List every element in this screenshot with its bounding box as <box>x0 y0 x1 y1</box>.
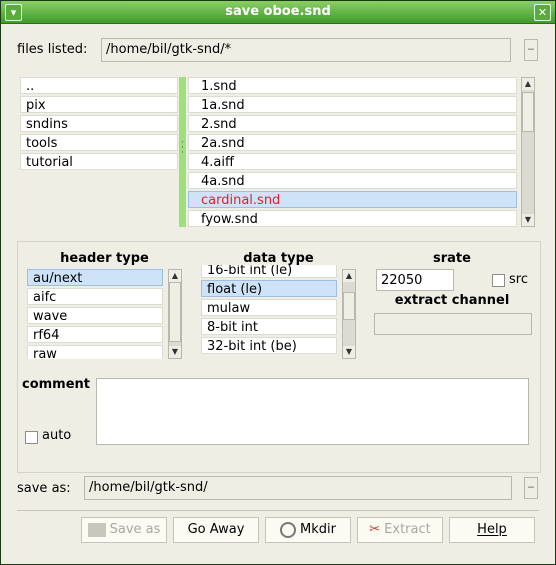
help-button[interactable]: Help <box>449 517 535 543</box>
splitter-grip-icon: · · · <box>181 138 184 158</box>
directory-item[interactable]: .. <box>20 77 178 94</box>
save-as-button[interactable]: Save as <box>81 517 167 543</box>
header-type-heading: header type <box>60 251 149 266</box>
directory-list: .. pix sndins tools tutorial <box>20 77 178 227</box>
scroll-thumb[interactable] <box>522 92 534 132</box>
comment-label: comment <box>22 377 91 392</box>
src-checkbox[interactable] <box>492 274 505 287</box>
data-type-item[interactable]: 8-bit int <box>201 318 337 335</box>
close-icon[interactable]: ✕ <box>534 4 551 21</box>
button-divider <box>17 510 539 511</box>
mkdir-button-label: Mkdir <box>300 522 336 537</box>
src-label: src <box>509 272 528 287</box>
file-item[interactable]: 1a.snd <box>188 96 517 113</box>
window-title: save oboe.snd <box>225 4 331 19</box>
scroll-up-icon[interactable]: ▲ <box>522 78 534 90</box>
directory-item[interactable]: tutorial <box>20 153 178 170</box>
save-as-history-button[interactable]: ‒ <box>524 477 538 499</box>
files-listed-label: files listed: <box>17 42 88 57</box>
file-list-scrollbar[interactable]: ▲ ▼ <box>521 77 535 227</box>
extract-channel-heading: extract channel <box>394 293 510 308</box>
srate-field[interactable]: 22050 <box>376 269 454 291</box>
files-filter-field[interactable]: /home/bil/gtk-snd/* <box>101 38 511 62</box>
file-item[interactable]: 1.snd <box>188 77 517 94</box>
directory-item[interactable]: sndins <box>20 115 178 132</box>
save-icon <box>87 522 106 537</box>
header-type-item[interactable]: wave <box>27 307 163 324</box>
data-type-list: 16-bit int (le) float (le) mulaw 8-bit i… <box>201 265 337 359</box>
title-bar[interactable]: ▾ save oboe.snd ✕ <box>1 1 555 24</box>
header-type-item[interactable]: raw <box>27 345 163 359</box>
help-button-label: Help <box>477 522 507 537</box>
scissors-icon: ✂ <box>369 522 381 537</box>
data-type-item[interactable]: 32-bit int (be) <box>201 337 337 354</box>
scroll-down-icon[interactable]: ▼ <box>169 346 181 358</box>
go-away-button-label: Go Away <box>187 522 245 537</box>
extract-button[interactable]: ✂ Extract <box>357 517 443 543</box>
mkdir-button[interactable]: Mkdir <box>265 517 351 543</box>
file-item[interactable]: 4.aiff <box>188 153 517 170</box>
refresh-icon <box>280 521 297 538</box>
files-filter-history-button[interactable]: ‒ <box>524 39 538 61</box>
data-type-scrollbar[interactable]: ▲ ▼ <box>342 269 356 359</box>
srate-heading: srate <box>433 251 471 266</box>
data-type-item-selected[interactable]: float (le) <box>201 280 337 297</box>
scroll-up-icon[interactable]: ▲ <box>343 270 355 282</box>
extract-button-label: Extract <box>384 522 431 537</box>
header-type-item[interactable]: rf64 <box>27 326 163 343</box>
save-dialog: ▾ save oboe.snd ✕ files listed: /home/bi… <box>0 0 556 565</box>
file-item[interactable]: 2.snd <box>188 115 517 132</box>
extract-channel-field[interactable] <box>374 313 532 335</box>
scroll-up-icon[interactable]: ▲ <box>169 270 181 282</box>
header-type-list: au/next aifc wave rf64 raw <box>27 269 163 359</box>
scroll-thumb[interactable] <box>343 292 355 320</box>
auto-label: auto <box>42 428 72 443</box>
header-type-scrollbar[interactable]: ▲ ▼ <box>168 269 182 359</box>
data-type-heading: data type <box>243 251 314 266</box>
file-item-selected[interactable]: cardinal.snd <box>188 191 517 208</box>
file-list: 1.snd 1a.snd 2.snd 2a.snd 4.aiff 4a.snd … <box>188 77 517 227</box>
save-as-field[interactable]: /home/bil/gtk-snd/ <box>84 476 512 500</box>
directory-item[interactable]: pix <box>20 96 178 113</box>
save-as-label: save as: <box>17 481 71 496</box>
file-item[interactable]: fyow.snd <box>188 210 517 227</box>
data-type-item[interactable]: mulaw <box>201 299 337 316</box>
go-away-button[interactable]: Go Away <box>173 517 259 543</box>
comment-field[interactable] <box>96 378 529 445</box>
file-item[interactable]: 4a.snd <box>188 172 517 189</box>
scroll-thumb[interactable] <box>169 282 181 342</box>
data-type-item[interactable]: 16-bit int (le) <box>201 265 337 278</box>
save-as-button-label: Save as <box>109 522 161 537</box>
scroll-down-icon[interactable]: ▼ <box>522 214 534 226</box>
file-item[interactable]: 2a.snd <box>188 134 517 151</box>
auto-checkbox[interactable] <box>25 431 38 444</box>
scroll-down-icon[interactable]: ▼ <box>343 346 355 358</box>
directory-item[interactable]: tools <box>20 134 178 151</box>
header-type-item[interactable]: aifc <box>27 288 163 305</box>
header-type-item-selected[interactable]: au/next <box>27 269 163 286</box>
